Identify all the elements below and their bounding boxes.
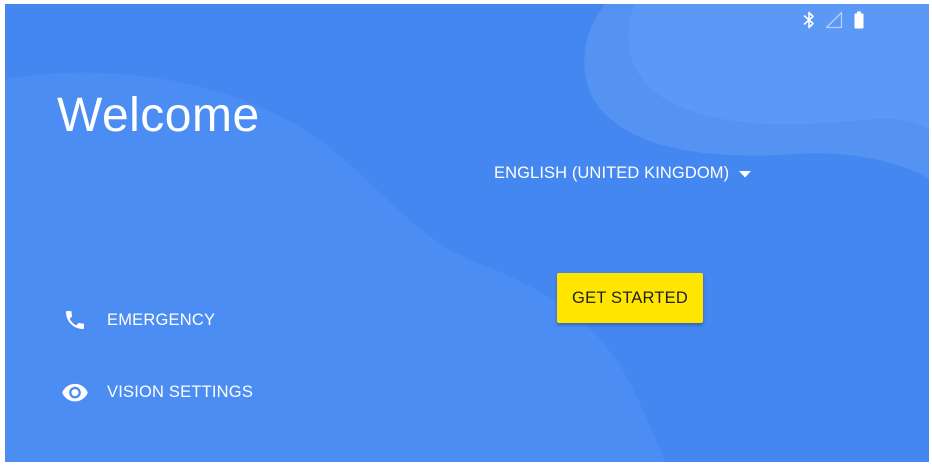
emergency-button[interactable]: EMERGENCY xyxy=(61,305,215,335)
emergency-label: EMERGENCY xyxy=(107,310,216,329)
language-selector-label: ENGLISH (UNITED KINGDOM) xyxy=(494,163,730,182)
bluetooth-icon xyxy=(803,11,815,29)
status-bar xyxy=(803,10,865,30)
phone-icon xyxy=(61,306,89,334)
vision-settings-button[interactable]: VISION SETTINGS xyxy=(61,377,253,407)
setup-wizard-welcome-screen: Welcome ENGLISH (UNITED KINGDOM) GET STA… xyxy=(5,4,929,462)
cellular-signal-icon xyxy=(825,11,843,29)
vision-settings-label: VISION SETTINGS xyxy=(107,382,254,401)
welcome-title: Welcome xyxy=(57,89,260,142)
battery-icon xyxy=(853,11,865,29)
dropdown-arrow-icon xyxy=(739,164,752,183)
eye-icon xyxy=(61,378,89,406)
language-selector[interactable]: ENGLISH (UNITED KINGDOM) xyxy=(494,160,752,186)
get-started-button[interactable]: GET STARTED xyxy=(557,273,703,323)
